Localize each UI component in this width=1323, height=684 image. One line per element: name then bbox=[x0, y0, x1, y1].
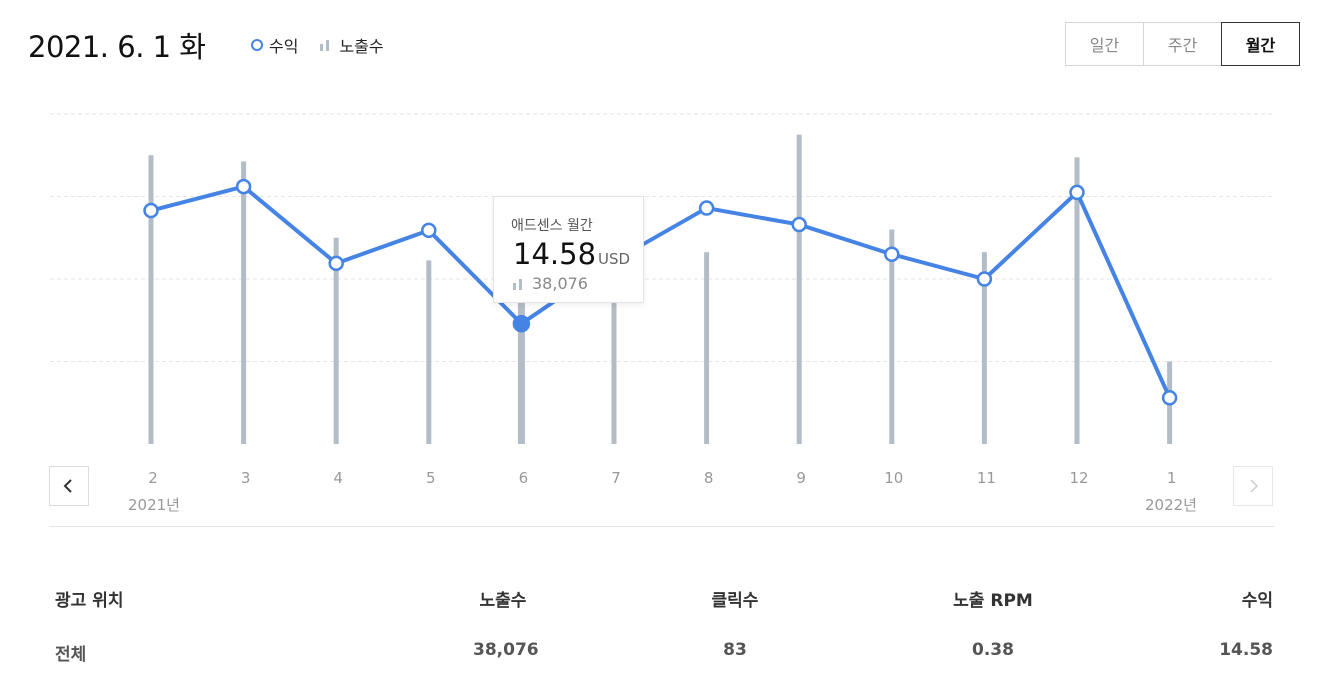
chevron-left-icon bbox=[63, 479, 72, 493]
cell-rpm: 0.38 bbox=[972, 640, 1014, 660]
cell-revenue: 14.58 bbox=[1219, 640, 1273, 660]
x-tick-label: 3 bbox=[241, 469, 251, 487]
x-tick-label: 4 bbox=[333, 469, 343, 487]
tooltip-value-row: 14.58 USD bbox=[513, 237, 630, 271]
revenue-point bbox=[976, 271, 993, 287]
cell-impressions: 38,076 bbox=[473, 640, 539, 660]
col-ad-position: 광고 위치 bbox=[55, 591, 124, 611]
revenue-impressions-chart: 2 3 4 5 6 7 8 9 10 11 12 1 bbox=[50, 113, 1275, 487]
col-clicks: 클릭수 bbox=[711, 591, 759, 611]
col-rpm: 노출 RPM bbox=[953, 591, 1033, 611]
prev-period-button[interactable] bbox=[49, 466, 89, 506]
end-year-label: 2022년 bbox=[1145, 496, 1197, 514]
x-tick-label: 11 bbox=[977, 469, 996, 487]
tab-monthly[interactable]: 월간 bbox=[1221, 22, 1300, 66]
tooltip-impressions-row: 38,076 bbox=[513, 274, 588, 293]
revenue-point bbox=[235, 178, 252, 195]
tooltip-value: 14.58 bbox=[513, 237, 597, 271]
tooltip-impressions: 38,076 bbox=[532, 274, 588, 293]
revenue-line bbox=[150, 184, 1172, 399]
x-tick-label: 5 bbox=[426, 469, 436, 487]
section-divider bbox=[49, 526, 1274, 527]
revenue-point bbox=[1161, 390, 1178, 406]
revenue-point bbox=[884, 246, 900, 262]
cell-ad-position: 전체 bbox=[55, 645, 87, 665]
revenue-point bbox=[512, 314, 531, 333]
x-tick-label: 7 bbox=[611, 469, 621, 487]
revenue-point bbox=[1069, 184, 1085, 201]
impressions-bar bbox=[426, 260, 432, 444]
tooltip-unit: USD bbox=[598, 250, 631, 268]
x-tick-label: 6 bbox=[519, 469, 529, 487]
revenue-point bbox=[421, 222, 437, 239]
revenue-point bbox=[791, 216, 807, 233]
impressions-bar bbox=[241, 161, 247, 444]
tooltip-title: 애드센스 월간 bbox=[511, 218, 593, 234]
impressions-bar bbox=[517, 286, 525, 444]
x-tick-label: 1 bbox=[1167, 469, 1177, 487]
x-tick-label: 2 bbox=[148, 469, 158, 487]
start-year-label: 2021년 bbox=[128, 496, 180, 514]
x-tick-label: 8 bbox=[704, 469, 714, 487]
impressions-bar bbox=[704, 252, 710, 444]
impressions-bar bbox=[796, 134, 802, 444]
cell-clicks: 83 bbox=[723, 640, 747, 660]
col-revenue: 수익 bbox=[1241, 591, 1273, 611]
revenue-point bbox=[328, 255, 344, 272]
col-impressions: 노출수 bbox=[479, 591, 527, 611]
x-tick-label: 10 bbox=[884, 469, 903, 487]
bar-icon bbox=[513, 278, 525, 290]
chevron-right-icon bbox=[1250, 479, 1259, 493]
revenue-point bbox=[698, 200, 715, 216]
x-tick-label: 9 bbox=[796, 469, 806, 487]
chart-tooltip: 애드센스 월간 14.58 USD 38,076 bbox=[493, 196, 644, 303]
next-period-button[interactable] bbox=[1233, 466, 1273, 506]
revenue-point bbox=[143, 202, 159, 219]
x-tick-label: 12 bbox=[1069, 469, 1088, 487]
impressions-bar bbox=[148, 155, 154, 444]
